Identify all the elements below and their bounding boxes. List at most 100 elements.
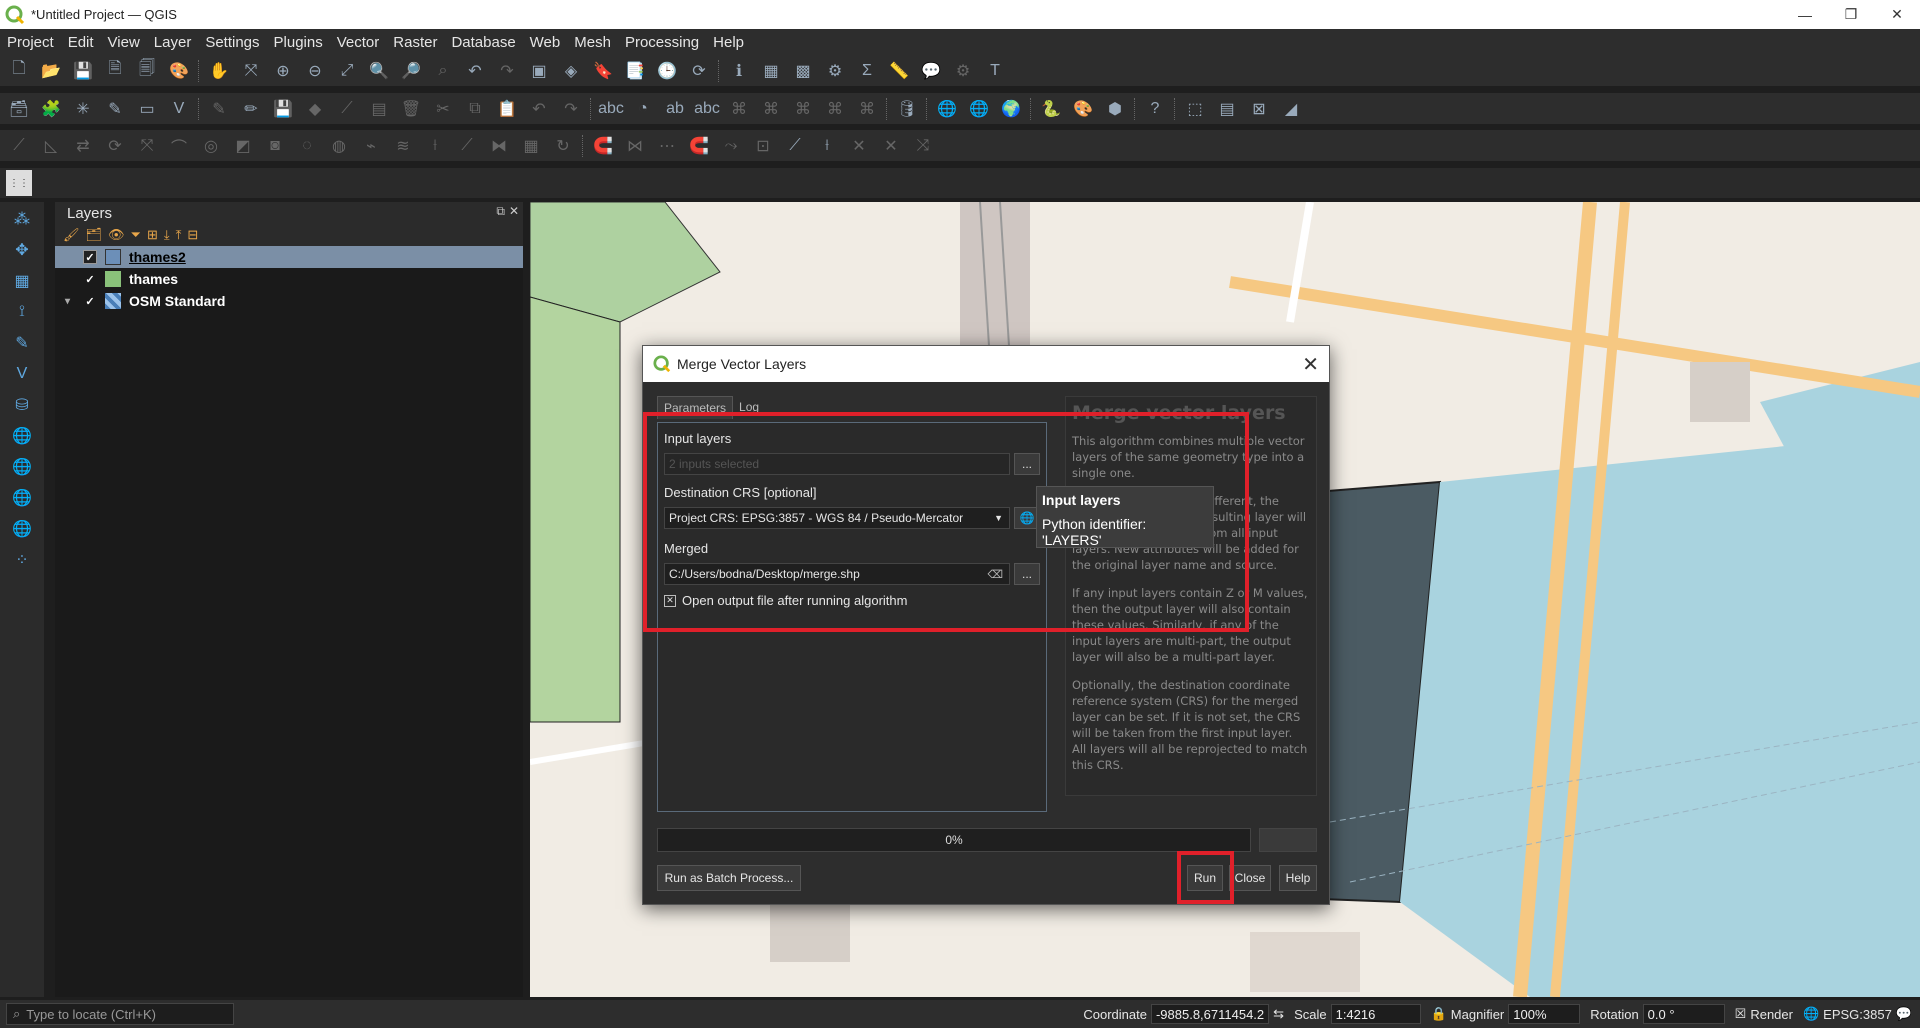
style-panel-icon[interactable]: 🖌 <box>63 227 80 243</box>
coordinate-field[interactable]: -9885.8,6711454.2 <box>1150 1004 1270 1024</box>
show-hide-labels-icon[interactable]: ⌘ <box>758 96 784 122</box>
add-postgis-icon[interactable]: ⛁ <box>9 392 35 418</box>
new-map-view-icon[interactable]: ▣ <box>526 58 552 84</box>
pan-icon[interactable]: ✋ <box>206 58 232 84</box>
open-project-icon[interactable]: 📂 <box>38 58 64 84</box>
python-console-icon[interactable]: 🐍 <box>1038 96 1064 122</box>
layer-checkbox[interactable]: ✓ <box>83 294 97 308</box>
delete-ring-icon[interactable]: ◌ <box>294 133 320 159</box>
select-features-icon[interactable]: ⬚ <box>1182 96 1208 122</box>
menu-processing[interactable]: Processing <box>618 34 706 51</box>
db-manager-icon[interactable]: 🛢 <box>894 96 920 122</box>
snapping-tool-icon[interactable]: 🧲 <box>686 133 712 159</box>
cut-features-icon[interactable]: ✂ <box>430 96 456 122</box>
menu-mesh[interactable]: Mesh <box>567 34 618 51</box>
float-panel-icon[interactable]: ⧉ <box>496 204 505 219</box>
run-as-batch-button[interactable]: Run as Batch Process... <box>657 865 801 891</box>
layer-item-thames2[interactable]: ✓ thames2 <box>55 246 523 268</box>
add-wfs-icon[interactable]: 🌐 <box>9 516 35 542</box>
magnifier-field[interactable]: 100% <box>1508 1004 1581 1024</box>
add-group-icon[interactable]: 🗂 <box>86 227 103 243</box>
merged-output-field[interactable]: C:/Users/bodna/Desktop/merge.shp ⌫ <box>664 563 1010 585</box>
scale-feature-icon[interactable]: ⤧ <box>134 133 160 159</box>
help-contents-icon[interactable]: ? <box>1142 96 1168 122</box>
digitize-shape-icon[interactable]: ⟋ <box>6 133 32 159</box>
new-3d-view-icon[interactable]: ◈ <box>558 58 584 84</box>
add-gps-icon[interactable]: ✎ <box>9 330 35 356</box>
merged-output-browse-button[interactable]: ... <box>1014 563 1040 585</box>
new-project-icon[interactable]: 🗋 <box>6 58 32 84</box>
vertex-icon[interactable]: ⟋ <box>782 133 808 159</box>
redo-icon[interactable]: ↷ <box>558 96 584 122</box>
rotate-point-icon[interactable]: ↻ <box>550 133 576 159</box>
statistical-summary-icon[interactable]: Σ <box>854 58 880 84</box>
copy-features-icon[interactable]: ⧉ <box>462 96 488 122</box>
delete-part-icon[interactable]: ◍ <box>326 133 352 159</box>
select-location-icon[interactable]: ◢ <box>1278 96 1304 122</box>
run-button[interactable]: Run <box>1187 865 1223 891</box>
cross-icon[interactable]: ✕ <box>846 133 872 159</box>
visibility-icon[interactable]: 👁 <box>108 227 125 243</box>
new-temp-layer-icon[interactable]: ✳ <box>70 96 96 122</box>
pin-labels-icon[interactable]: ⌘ <box>726 96 752 122</box>
offset-curve-icon[interactable]: ≋ <box>390 133 416 159</box>
toggle-labels-icon[interactable]: abc <box>694 96 720 122</box>
rotate-label-icon[interactable]: ⌘ <box>822 96 848 122</box>
dest-crs-select[interactable]: Project CRS: EPSG:3857 - WGS 84 / Pseudo… <box>664 507 1010 529</box>
reshape-icon[interactable]: ⌁ <box>358 133 384 159</box>
tab-parameters[interactable]: Parameters <box>657 396 734 419</box>
add-wfs-layer-icon[interactable]: 🌐 <box>966 96 992 122</box>
refresh-icon[interactable]: ⟳ <box>686 58 712 84</box>
minimize-icon[interactable]: — <box>1782 0 1828 29</box>
trim-extend-icon[interactable]: ⟊ <box>814 133 840 159</box>
cancel-button[interactable] <box>1259 828 1317 852</box>
layer-diagram-icon[interactable]: ◔ <box>630 96 656 122</box>
digitize-curve-icon[interactable]: ◺ <box>38 133 64 159</box>
topology-icon[interactable]: ⋈ <box>622 133 648 159</box>
add-wms-layer-icon[interactable]: 🌐 <box>934 96 960 122</box>
snapping-icon[interactable]: 🧲 <box>590 133 616 159</box>
advanced-digitize-icon[interactable]: ⋯ <box>654 133 680 159</box>
filter-map-icon[interactable]: ⊞ <box>147 227 158 243</box>
layer-labeling-icon[interactable]: abc <box>598 96 624 122</box>
expand-arrow-icon[interactable]: ▾ <box>65 296 70 307</box>
temporal-controller-icon[interactable]: 🕒 <box>654 58 680 84</box>
identify-icon[interactable]: ℹ <box>726 58 752 84</box>
trace-icon[interactable]: ⤳ <box>718 133 744 159</box>
layer-item-osm-standard[interactable]: ▾ ✓ OSM Standard <box>55 290 523 312</box>
fill-ring-icon[interactable]: ◙ <box>262 133 288 159</box>
menu-project[interactable]: Project <box>0 34 61 51</box>
text-annotation-icon[interactable]: T <box>982 58 1008 84</box>
add-wms-icon[interactable]: 🌐 <box>9 423 35 449</box>
layer-checkbox[interactable]: ✓ <box>83 272 97 286</box>
measure-icon[interactable]: 📏 <box>886 58 912 84</box>
actions-icon[interactable]: ⚙ <box>950 58 976 84</box>
layer-item-thames[interactable]: ✓ thames <box>55 268 523 290</box>
add-wcs-icon[interactable]: 🌐 <box>9 454 35 480</box>
add-raster-icon[interactable]: ▦ <box>9 268 35 294</box>
save-edits-icon[interactable]: 💾 <box>270 96 296 122</box>
layer-checkbox[interactable]: ✓ <box>83 250 97 264</box>
tab-log[interactable]: Log <box>733 396 765 419</box>
add-feature-icon[interactable]: ◆ <box>302 96 328 122</box>
clear-field-icon[interactable]: ⌫ <box>987 568 1003 581</box>
toggle-extents-icon[interactable]: ⇆ <box>1273 1006 1284 1022</box>
split-features-icon[interactable]: ⟊ <box>422 133 448 159</box>
add-ring-icon[interactable]: ◎ <box>198 133 224 159</box>
move-feature-icon[interactable]: ⇄ <box>70 133 96 159</box>
new-bookmark-icon[interactable]: 🔖 <box>590 58 616 84</box>
new-print-layout-icon[interactable]: 🗎 <box>102 58 128 84</box>
dialog-close-icon[interactable]: ✕ <box>1302 352 1319 377</box>
open-output-checkbox[interactable]: ✕ <box>664 594 676 607</box>
render-checkbox[interactable]: ☒ <box>1735 1006 1747 1022</box>
scale-bar-icon[interactable]: ⋮⋮ <box>6 170 32 196</box>
add-delimited-text-icon[interactable]: ⁂ <box>9 206 35 232</box>
add-xyz-icon[interactable]: 🌐 <box>9 485 35 511</box>
menu-edit[interactable]: Edit <box>61 34 101 51</box>
split-parts-icon[interactable]: ⟋ <box>454 133 480 159</box>
metasearch-icon[interactable]: 🌍 <box>998 96 1024 122</box>
remove-layer-icon[interactable]: ⊟ <box>187 227 198 243</box>
close-window-icon[interactable]: ✕ <box>1874 0 1920 29</box>
zoom-in-icon[interactable]: ⊕ <box>270 58 296 84</box>
tolerance-icon[interactable]: ⊡ <box>750 133 776 159</box>
